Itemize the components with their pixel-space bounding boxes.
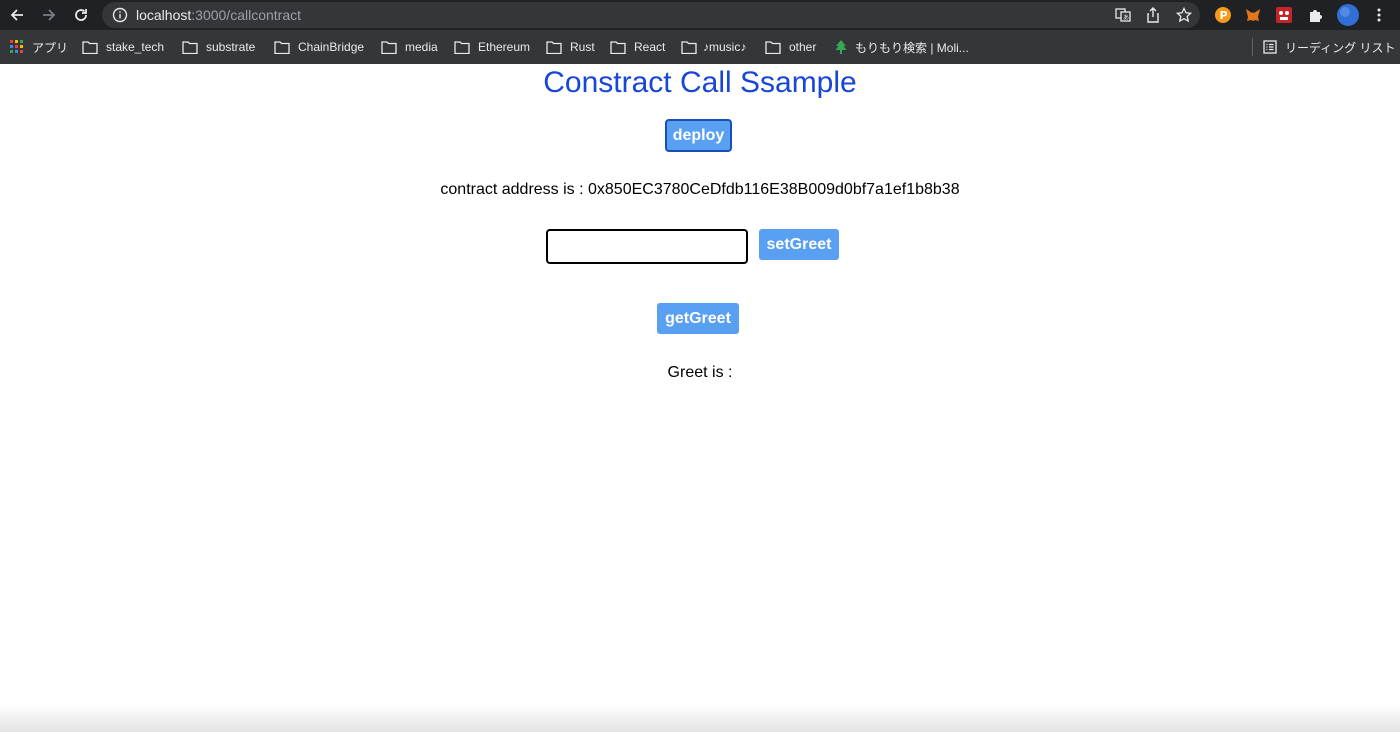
reading-list-label: リーディング リスト — [1285, 40, 1396, 55]
bookmark-folder-music[interactable]: ♪music♪ — [681, 38, 746, 56]
reading-list-icon — [1263, 40, 1277, 54]
folder-icon — [274, 40, 290, 54]
bookmark-star-icon[interactable] — [1176, 7, 1192, 23]
bookmark-folder-rust[interactable]: Rust — [546, 38, 595, 56]
bookmark-label: Ethereum — [478, 40, 531, 54]
contract-address-text: contract address is : 0x850EC3780CeDfdb1… — [440, 181, 960, 198]
profile-avatar[interactable] — [1336, 3, 1360, 27]
share-icon[interactable] — [1145, 7, 1161, 23]
greet-input[interactable] — [546, 229, 748, 264]
get-greet-button[interactable]: getGreet — [657, 303, 739, 334]
page-title: Constract Call Ssample — [543, 66, 857, 99]
metamask-fox-icon[interactable] — [1243, 5, 1263, 25]
address-bar[interactable]: localhost:3000/callcontract あ — [102, 2, 1200, 28]
translate-icon[interactable]: あ — [1115, 7, 1131, 23]
back-arrow-icon — [10, 9, 23, 21]
info-icon[interactable] — [112, 7, 128, 23]
bookmarks-bar: アプリ stake_tech substrate ChainBridge med… — [0, 30, 1400, 64]
folder-icon — [82, 40, 98, 54]
bookmark-label: ♪music♪ — [703, 40, 747, 54]
bookmark-label: ChainBridge — [298, 40, 365, 54]
set-greet-button[interactable]: setGreet — [759, 229, 839, 260]
extension-red-icon[interactable] — [1274, 5, 1294, 25]
extensions-puzzle-icon[interactable] — [1306, 5, 1326, 25]
folder-icon — [546, 40, 562, 54]
bookmark-label: substrate — [206, 40, 256, 54]
url-text: localhost:3000/callcontract — [136, 7, 301, 23]
folder-icon — [454, 40, 470, 54]
greet-result-text: Greet is : — [667, 364, 733, 381]
bottom-shadow — [0, 704, 1400, 732]
tree-icon — [835, 40, 847, 54]
bookmark-folder-other[interactable]: other — [765, 38, 816, 56]
svg-text:あ: あ — [1123, 15, 1129, 22]
bookmark-label: Rust — [570, 40, 595, 54]
bookmark-label: stake_tech — [106, 40, 165, 54]
bookmark-folder-ethereum[interactable]: Ethereum — [454, 38, 530, 56]
bookmark-label: other — [789, 40, 817, 54]
folder-icon — [381, 40, 397, 54]
bookmark-label: media — [405, 40, 438, 54]
forward-button[interactable] — [38, 4, 60, 26]
svg-text:P: P — [1220, 9, 1228, 22]
folder-icon — [681, 40, 697, 54]
bookmark-apps[interactable]: アプリ — [10, 38, 68, 56]
bookmark-folder-stake-tech[interactable]: stake_tech — [82, 38, 164, 56]
back-button[interactable] — [6, 4, 28, 26]
bookmark-label: もりもり検索 | Moli... — [855, 40, 969, 55]
bookmark-label: React — [634, 40, 666, 54]
deploy-button[interactable]: deploy — [665, 119, 732, 152]
folder-icon — [610, 40, 626, 54]
bookmark-folder-media[interactable]: media — [381, 38, 438, 56]
bookmarks-divider — [1252, 38, 1253, 56]
bookmark-morimori[interactable]: もりもり検索 | Moli... — [835, 38, 969, 56]
folder-icon — [765, 40, 781, 54]
menu-kebab-icon[interactable] — [1369, 5, 1389, 25]
extension-orange-p-icon[interactable]: P — [1213, 5, 1233, 25]
forward-arrow-icon — [43, 9, 56, 21]
reload-icon — [75, 9, 87, 21]
bookmark-folder-substrate[interactable]: substrate — [182, 38, 255, 56]
browser-toolbar: localhost:3000/callcontract あ P — [0, 0, 1400, 30]
reload-button[interactable] — [70, 4, 92, 26]
apps-grid-icon — [10, 40, 23, 53]
bookmark-folder-chainbridge[interactable]: ChainBridge — [274, 38, 364, 56]
bookmark-label: アプリ — [32, 40, 69, 55]
folder-icon — [182, 40, 198, 54]
reading-list-button[interactable]: リーディング リスト — [1263, 38, 1396, 56]
page-content: Constract Call Ssample deploy contract a… — [0, 64, 1400, 732]
bookmark-folder-react[interactable]: React — [610, 38, 665, 56]
